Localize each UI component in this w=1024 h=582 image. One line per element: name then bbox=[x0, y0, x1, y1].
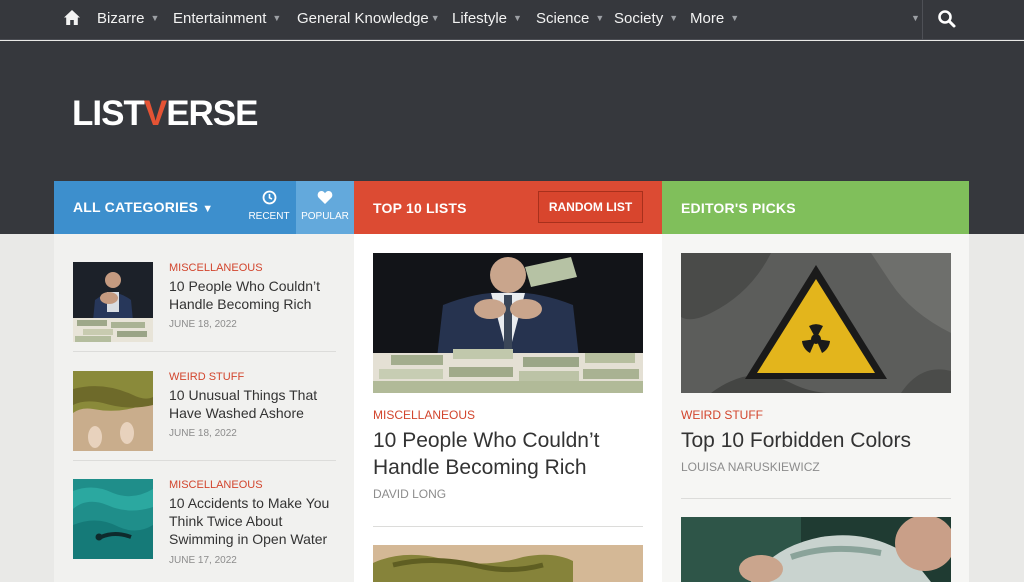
top-10-lists-column: MISCELLANEOUS 10 People Who Couldn’t Han… bbox=[354, 234, 662, 582]
divider bbox=[373, 526, 643, 527]
article-date: JUNE 18, 2022 bbox=[169, 428, 237, 439]
featured-image[interactable] bbox=[681, 253, 951, 393]
article-title[interactable]: 10 Unusual Things That Have Washed Ashor… bbox=[169, 386, 339, 422]
article-date: JUNE 17, 2022 bbox=[169, 555, 237, 566]
nav-item-general-knowledge[interactable]: General Knowledge ▼ bbox=[297, 0, 440, 40]
site-logo[interactable]: LISTVERSE bbox=[72, 94, 259, 134]
caret-down-icon: ▼ bbox=[202, 203, 214, 215]
chevron-down-icon: ▼ bbox=[669, 13, 679, 23]
featured-author[interactable]: LOUISA NARUSKIEWICZ bbox=[681, 460, 820, 474]
editors-picks-column: WEIRD STUFF Top 10 Forbidden Colors LOUI… bbox=[662, 234, 969, 582]
article-category[interactable]: WEIRD STUFF bbox=[169, 371, 244, 383]
heart-icon bbox=[317, 191, 333, 204]
all-categories-dropdown[interactable]: ALL CATEGORIES ▼ bbox=[73, 199, 213, 215]
home-icon[interactable] bbox=[63, 9, 81, 27]
chevron-down-icon: ▼ bbox=[430, 13, 440, 23]
article-thumbnail[interactable] bbox=[373, 545, 643, 582]
chevron-down-icon[interactable]: ▼ bbox=[911, 0, 920, 36]
nav-divider bbox=[922, 0, 923, 40]
article-title[interactable]: 10 People Who Couldn’t Handle Becoming R… bbox=[169, 277, 339, 313]
editors-picks-bar: EDITOR'S PICKS bbox=[662, 181, 969, 234]
all-categories-bar: ALL CATEGORIES ▼ RECENT bbox=[54, 181, 296, 234]
featured-category[interactable]: MISCELLANEOUS bbox=[373, 408, 475, 422]
featured-title[interactable]: 10 People Who Couldn’t Handle Becoming R… bbox=[373, 427, 643, 481]
nav-item-science[interactable]: Science ▼ bbox=[536, 0, 604, 40]
chevron-down-icon: ▼ bbox=[150, 13, 160, 23]
chevron-down-icon: ▼ bbox=[730, 13, 740, 23]
chevron-down-icon: ▼ bbox=[595, 13, 605, 23]
nav-item-bizarre[interactable]: Bizarre ▼ bbox=[97, 0, 159, 40]
article-thumbnail[interactable] bbox=[73, 479, 153, 559]
popular-tab-bar: POPULAR bbox=[296, 181, 354, 234]
article-date: JUNE 18, 2022 bbox=[169, 319, 237, 330]
divider bbox=[681, 498, 951, 499]
featured-category[interactable]: WEIRD STUFF bbox=[681, 408, 763, 422]
tab-recent[interactable]: RECENT bbox=[246, 190, 292, 222]
article-title[interactable]: 10 Accidents to Make You Think Twice Abo… bbox=[169, 494, 339, 548]
article-category[interactable]: MISCELLANEOUS bbox=[169, 479, 263, 491]
featured-image[interactable] bbox=[373, 253, 643, 393]
chevron-down-icon: ▼ bbox=[513, 13, 522, 23]
featured-author[interactable]: DAVID LONG bbox=[373, 487, 446, 501]
top-10-lists-bar: TOP 10 LISTS RANDOM LIST bbox=[354, 181, 662, 234]
tab-popular[interactable]: POPULAR bbox=[296, 190, 354, 222]
editors-picks-title[interactable]: EDITOR'S PICKS bbox=[681, 200, 796, 216]
article-thumbnail[interactable] bbox=[73, 262, 153, 342]
article-category[interactable]: MISCELLANEOUS bbox=[169, 262, 263, 274]
recent-list-column: MISCELLANEOUS 10 People Who Couldn’t Han… bbox=[54, 234, 354, 582]
article-thumbnail[interactable] bbox=[681, 517, 951, 582]
featured-title[interactable]: Top 10 Forbidden Colors bbox=[681, 427, 951, 454]
nav-item-entertainment[interactable]: Entertainment ▼ bbox=[173, 0, 281, 40]
chevron-down-icon: ▼ bbox=[272, 13, 282, 23]
nav-item-more[interactable]: More ▼ bbox=[690, 0, 739, 40]
article-thumbnail[interactable] bbox=[73, 371, 153, 451]
search-icon[interactable] bbox=[937, 9, 957, 29]
top-navigation: Bizarre ▼ Entertainment ▼ General Knowledg… bbox=[0, 0, 1024, 40]
top-10-lists-title[interactable]: TOP 10 LISTS bbox=[373, 200, 467, 216]
nav-item-society[interactable]: Society ▼ bbox=[614, 0, 678, 40]
divider bbox=[73, 351, 336, 352]
random-list-button[interactable]: RANDOM LIST bbox=[538, 191, 643, 223]
nav-item-lifestyle[interactable]: Lifestyle ▼ bbox=[452, 0, 522, 40]
clock-icon bbox=[262, 190, 276, 205]
divider bbox=[73, 460, 336, 461]
